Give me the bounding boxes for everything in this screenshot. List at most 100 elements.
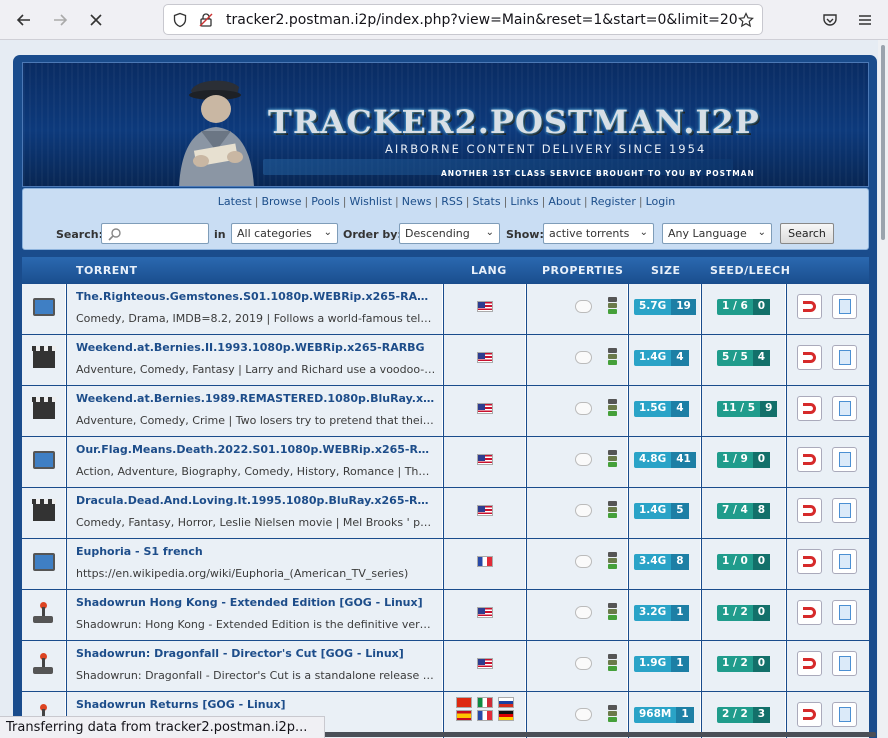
nav-rss[interactable]: RSS: [441, 195, 463, 208]
torrent-title-link[interactable]: Shadowrun Hong Kong - Extended Edition […: [76, 596, 436, 609]
seed-leech-badge[interactable]: 1 / 90: [717, 452, 771, 468]
menu-button[interactable]: [851, 6, 879, 34]
download-torrent-button[interactable]: [832, 600, 857, 625]
size-badge[interactable]: 5.7G 19: [634, 299, 696, 315]
magnet-link-button[interactable]: [797, 651, 822, 676]
torrent-title-link[interactable]: The.Righteous.Gemstones.S01.1080p.WEBRip…: [76, 290, 436, 303]
torrent-cell: Weekend.at.Bernies.II.1993.1080p.WEBRip.…: [67, 335, 443, 385]
comment-bubble-icon[interactable]: [575, 402, 592, 415]
seed-leech-badge[interactable]: 2 / 23: [717, 707, 771, 723]
seed-leech-badge[interactable]: 5 / 54: [717, 350, 771, 366]
comment-bubble-icon[interactable]: [575, 351, 592, 364]
traffic-light-icon: [606, 602, 618, 624]
torrent-title-link[interactable]: Shadowrun: Dragonfall - Director's Cut […: [76, 647, 436, 660]
download-torrent-button[interactable]: [832, 396, 857, 421]
size-badge[interactable]: 1.4G 4: [634, 350, 689, 366]
nav-links-page[interactable]: Links: [510, 195, 538, 208]
download-torrent-button[interactable]: [832, 294, 857, 319]
category-cell[interactable]: [22, 488, 66, 538]
download-torrent-button[interactable]: [832, 702, 857, 727]
comment-bubble-icon[interactable]: [575, 657, 592, 670]
header-size[interactable]: SIZE: [651, 264, 681, 277]
torrent-title-link[interactable]: Weekend.at.Bernies.II.1993.1080p.WEBRip.…: [76, 341, 436, 354]
download-torrent-button[interactable]: [832, 345, 857, 370]
size-badge[interactable]: 1.9G 1: [634, 656, 689, 672]
scrollbar-thumb[interactable]: [881, 45, 885, 240]
download-torrent-button[interactable]: [832, 549, 857, 574]
back-button[interactable]: [10, 6, 38, 34]
bookmark-star-icon[interactable]: [738, 12, 754, 28]
seed-leech-badge[interactable]: 1 / 60: [717, 299, 771, 315]
comment-bubble-icon[interactable]: [575, 708, 592, 721]
site-banner[interactable]: TRACKER2.POSTMAN.I2P AIRBORNE CONTENT DE…: [22, 62, 869, 187]
category-cell[interactable]: [22, 539, 66, 589]
category-cell[interactable]: [22, 386, 66, 436]
seed-leech-badge[interactable]: 1 / 20: [717, 605, 771, 621]
magnet-link-button[interactable]: [797, 447, 822, 472]
size-badge[interactable]: 3.4G 8: [634, 554, 689, 570]
properties-cell: [527, 539, 628, 589]
forward-button[interactable]: [46, 6, 74, 34]
size-badge[interactable]: 968M 1: [634, 707, 694, 723]
header-torrent[interactable]: TORRENT: [76, 264, 138, 277]
order-select[interactable]: Descending ⌄: [399, 223, 500, 244]
nav-news[interactable]: News: [402, 195, 432, 208]
comment-bubble-icon[interactable]: [575, 504, 592, 517]
category-cell[interactable]: [22, 590, 66, 640]
category-select[interactable]: All categories ⌄: [231, 223, 338, 244]
download-torrent-button[interactable]: [832, 498, 857, 523]
download-torrent-button[interactable]: [832, 651, 857, 676]
magnet-link-button[interactable]: [797, 702, 822, 727]
magnet-link-button[interactable]: [797, 345, 822, 370]
nav-pools[interactable]: Pools: [311, 195, 340, 208]
nav-register[interactable]: Register: [591, 195, 636, 208]
language-select[interactable]: Any Language ⌄: [662, 223, 772, 244]
seed-leech-badge[interactable]: 1 / 00: [717, 554, 771, 570]
nav-wishlist[interactable]: Wishlist: [349, 195, 392, 208]
comment-bubble-icon[interactable]: [575, 300, 592, 313]
search-button[interactable]: Search: [780, 223, 834, 244]
show-select[interactable]: active torrents ⌄: [543, 223, 654, 244]
search-input[interactable]: [101, 223, 209, 244]
seed-leech-badge[interactable]: 1 / 20: [717, 656, 771, 672]
torrent-title-link[interactable]: Our.Flag.Means.Death.2022.S01.1080p.WEBR…: [76, 443, 436, 456]
nav-latest[interactable]: Latest: [218, 195, 252, 208]
size-badge[interactable]: 1.5G 4: [634, 401, 689, 417]
magnet-link-button[interactable]: [797, 498, 822, 523]
magnet-link-button[interactable]: [797, 549, 822, 574]
torrent-title-link[interactable]: Shadowrun Returns [GOG - Linux]: [76, 698, 436, 711]
download-torrent-button[interactable]: [832, 447, 857, 472]
torrent-title-link[interactable]: Weekend.at.Bernies.1989.REMASTERED.1080p…: [76, 392, 436, 405]
torrent-title-link[interactable]: Dracula.Dead.And.Loving.It.1995.1080p.Bl…: [76, 494, 436, 507]
size-badge[interactable]: 1.4G 5: [634, 503, 689, 519]
category-cell[interactable]: [22, 437, 66, 487]
torrent-description: Comedy, Fantasy, Horror, Leslie Nielsen …: [76, 516, 436, 529]
seed-leech-badge[interactable]: 7 / 48: [717, 503, 771, 519]
category-cell[interactable]: [22, 641, 66, 691]
address-bar[interactable]: tracker2.postman.i2p/index.php?view=Main…: [163, 4, 763, 35]
horizontal-scrollbar[interactable]: [322, 732, 876, 737]
comment-bubble-icon[interactable]: [575, 606, 592, 619]
seed-leech-badge[interactable]: 11 / 59: [717, 401, 778, 417]
header-lang[interactable]: LANG: [471, 264, 507, 277]
magnet-link-button[interactable]: [797, 600, 822, 625]
header-seed-leech[interactable]: SEED/LEECH: [710, 264, 790, 277]
pocket-button[interactable]: [816, 6, 844, 34]
stop-button[interactable]: [82, 6, 110, 34]
magnet-link-button[interactable]: [797, 294, 822, 319]
magnet-link-button[interactable]: [797, 396, 822, 421]
nav-login[interactable]: Login: [646, 195, 676, 208]
category-cell[interactable]: [22, 335, 66, 385]
traffic-light-icon: [606, 449, 618, 471]
magnet-icon: [803, 556, 816, 567]
nav-about[interactable]: About: [548, 195, 581, 208]
comment-bubble-icon[interactable]: [575, 453, 592, 466]
torrent-title-link[interactable]: Euphoria - S1 french: [76, 545, 436, 558]
size-badge[interactable]: 4.8G 41: [634, 452, 696, 468]
category-cell[interactable]: [22, 284, 66, 334]
nav-browse[interactable]: Browse: [261, 195, 301, 208]
torrent-description: Shadowrun: Dragonfall - Director's Cut i…: [76, 669, 436, 682]
comment-bubble-icon[interactable]: [575, 555, 592, 568]
nav-stats[interactable]: Stats: [473, 195, 501, 208]
size-badge[interactable]: 3.2G 1: [634, 605, 689, 621]
